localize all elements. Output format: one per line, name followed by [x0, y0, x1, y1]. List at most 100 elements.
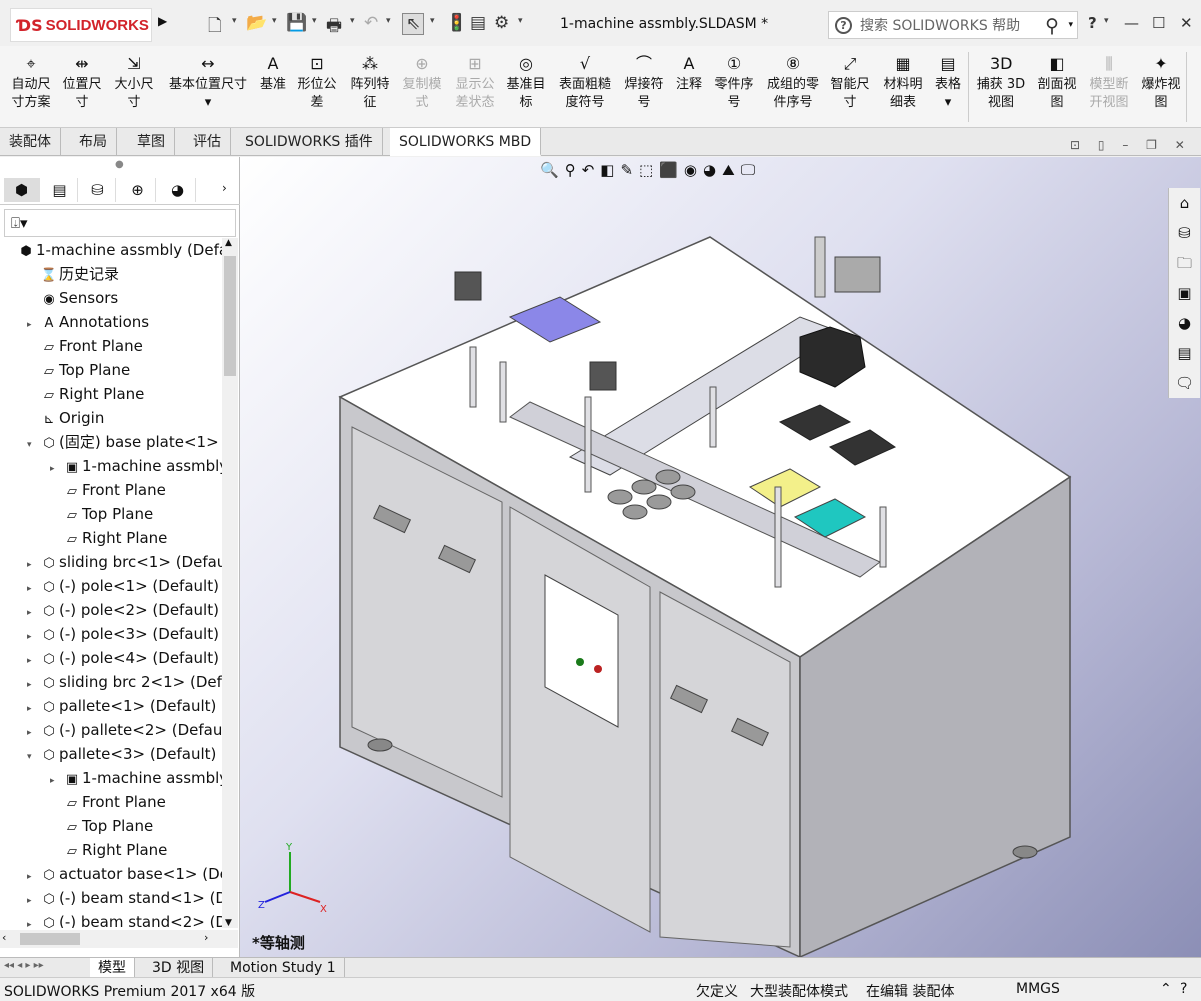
ribbon-button-auto-dimension[interactable]: ⌖ 自动尺 寸方案: [6, 54, 56, 112]
ribbon-button-show-tolerance[interactable]: ⊞ 显示公 差状态: [450, 54, 500, 112]
ribbon-button-datum[interactable]: A 基准: [256, 54, 290, 94]
print-icon[interactable]: 🖶: [326, 13, 342, 42]
assembly-model-render[interactable]: Y X Z: [240, 157, 1201, 957]
ribbon-button-copy-scheme[interactable]: ⊕ 复制模式: [398, 54, 446, 112]
ribbon-button-stacked-balloon[interactable]: ⑧ 成组的零 件序号: [762, 54, 824, 112]
tree-vertical-scrollbar[interactable]: ▲ ▼: [222, 238, 238, 928]
tab-1[interactable]: 布局: [70, 128, 117, 156]
options-gear-icon[interactable]: ⚙: [494, 13, 509, 33]
tab-scroll-arrows-icon[interactable]: ◂◂ ◂ ▸ ▸▸: [4, 960, 44, 971]
status-help-icon[interactable]: ?: [1180, 981, 1187, 997]
ribbon-button-exploded-view[interactable]: ✦ 爆炸视图: [1136, 54, 1186, 112]
tree-node[interactable]: ▸ ⬡ (-) pole<2> (Default): [27, 598, 219, 622]
tree-node[interactable]: ▸ A Annotations: [27, 310, 149, 334]
chevron-down-icon[interactable]: ▾: [350, 16, 355, 26]
view-palette-icon[interactable]: ▣: [1169, 278, 1200, 308]
ribbon-button-basic-location[interactable]: ↔ 基本位置尺寸 ▾: [162, 54, 254, 112]
help-icon[interactable]: ?: [835, 16, 852, 34]
maximize-icon[interactable]: ☐: [1152, 14, 1165, 32]
scroll-down-icon[interactable]: ▼: [225, 918, 232, 928]
chevron-down-icon[interactable]: ▾: [518, 16, 523, 26]
ribbon-button-pattern-feature[interactable]: ⁂ 阵列特征: [346, 54, 394, 112]
ribbon-button-weld-symbol[interactable]: ⌒ 焊接符号: [620, 54, 668, 112]
expand-toggle-icon[interactable]: ▸: [27, 913, 39, 928]
chevron-down-icon[interactable]: ▾: [232, 16, 237, 26]
bottom-tab-1[interactable]: 3D 视图: [144, 958, 214, 978]
feature-tree-tab-icon[interactable]: ⬢: [4, 178, 40, 202]
tree-node[interactable]: ▱ Right Plane: [50, 838, 167, 862]
tree-node[interactable]: ▸ ⬡ (-) pallete<2> (Default): [27, 718, 222, 742]
scrollbar-thumb[interactable]: [224, 256, 236, 376]
tab-0[interactable]: 装配体: [0, 128, 61, 156]
scroll-left-icon[interactable]: ‹: [2, 931, 6, 944]
expand-toggle-icon[interactable]: ▾: [27, 433, 39, 457]
solidworks-logo[interactable]: ƊS SOLIDWORKS: [10, 8, 152, 42]
units-chevron-icon[interactable]: ⌃: [1160, 981, 1172, 997]
tree-node[interactable]: ▸⬡sliding brc 2<1> (Defau: [27, 670, 222, 694]
tree-node[interactable]: ▱ Front Plane: [50, 478, 166, 502]
dimxpert-tab-icon[interactable]: ⊕: [120, 178, 156, 202]
home-icon[interactable]: ⌂: [1169, 188, 1200, 218]
tree-node[interactable]: ▱ Right Plane: [27, 382, 144, 406]
expand-toggle-icon[interactable]: ▾: [27, 745, 39, 769]
forum-icon[interactable]: 🗨: [1169, 368, 1200, 398]
display-manager-tab-icon[interactable]: ◕: [160, 178, 196, 202]
ribbon-button-smart-dimension[interactable]: ⤢ 智能尺寸: [826, 54, 874, 112]
undo-icon[interactable]: ↶: [364, 13, 378, 33]
minimize-icon[interactable]: —: [1124, 14, 1139, 32]
new-document-icon[interactable]: 🗋: [208, 13, 222, 42]
custom-properties-icon[interactable]: ▤: [1169, 338, 1200, 368]
ribbon-button-table[interactable]: ▤ 表格 ▾: [930, 54, 966, 112]
ribbon-button-note[interactable]: A 注释: [672, 54, 706, 94]
tab-3[interactable]: 评估: [184, 128, 231, 156]
menu-expand-icon[interactable]: ▶: [158, 14, 167, 28]
tree-node[interactable]: ▸ ⬡ (-) pole<4> (Default): [27, 646, 219, 670]
ribbon-button-capture-3d[interactable]: 3D 捕获 3D 视图: [974, 54, 1028, 112]
tree-node[interactable]: ▸⬡(-) beam stand<1> (Def: [27, 886, 222, 910]
property-manager-tab-icon[interactable]: ▤: [42, 178, 78, 202]
close-doc-icon[interactable]: ✕: [1175, 138, 1185, 152]
search-icon[interactable]: ⚲: [1045, 15, 1059, 37]
tree-node[interactable]: ▸ ⬡ (-) pole<3> (Default): [27, 622, 219, 646]
tree-node[interactable]: ▱ Top Plane: [27, 358, 130, 382]
filter-icon[interactable]: ⍗▾: [11, 214, 28, 232]
ribbon-button-geometric-tolerance[interactable]: ⊡ 形位公差: [294, 54, 340, 112]
chevron-down-icon[interactable]: ▾: [272, 16, 277, 26]
rebuild-icon[interactable]: 🚦: [446, 13, 467, 33]
design-library-icon[interactable]: ⛁: [1169, 218, 1200, 248]
tree-node[interactable]: ▸ ⬡ (-) beam stand<2> (Def: [27, 910, 222, 928]
bottom-tab-0[interactable]: 模型: [90, 958, 135, 978]
chevron-down-icon[interactable]: ▾: [1104, 16, 1109, 26]
ribbon-button-bom[interactable]: ▦ 材料明 细表: [878, 54, 928, 112]
ribbon-button-balloon[interactable]: ① 零件序号: [710, 54, 758, 112]
restore-pane-icon[interactable]: ▯: [1098, 138, 1105, 152]
chevron-down-icon[interactable]: ▾: [386, 16, 391, 26]
configuration-manager-tab-icon[interactable]: ⛁: [80, 178, 116, 202]
chevron-down-icon[interactable]: ▾: [1068, 20, 1073, 30]
pane-grip-icon[interactable]: ●: [115, 159, 124, 170]
restore-doc-icon[interactable]: ❐: [1146, 138, 1157, 152]
tree-node[interactable]: ⊾ Origin: [27, 406, 105, 430]
ribbon-button-location-dim[interactable]: ⇹ 位置尺寸: [58, 54, 106, 112]
ribbon-button-size-dim[interactable]: ⇲ 大小尺寸: [110, 54, 158, 112]
tree-node[interactable]: ▾ ⬡ (固定) base plate<1> (D: [27, 430, 222, 454]
tree-node[interactable]: ▸⬡actuator base<1> (Defa: [27, 862, 222, 886]
ribbon-button-section-view[interactable]: ◧ 剖面视图: [1032, 54, 1082, 112]
tree-node[interactable]: ▸ ⬡ pallete<1> (Default): [27, 694, 216, 718]
tab-2[interactable]: 草图: [128, 128, 175, 156]
tree-node[interactable]: ▸▣1-machine assmbly ⁼: [50, 454, 222, 478]
tree-node[interactable]: ▸▣1-machine assmbly ⁼: [50, 766, 222, 790]
tree-node[interactable]: ▾ ⬡ pallete<3> (Default): [27, 742, 216, 766]
help-search-input[interactable]: ? 搜索 SOLIDWORKS 帮助 ⚲ ▾: [828, 11, 1078, 39]
tree-node[interactable]: ⬢ 1-machine assmbly (Defau: [4, 238, 222, 262]
file-properties-icon[interactable]: ▤: [470, 13, 486, 33]
tree-node[interactable]: ▱ Front Plane: [27, 334, 143, 358]
chevron-right-icon[interactable]: ›: [222, 181, 227, 195]
collapse-pane-icon[interactable]: ⊡: [1070, 138, 1080, 152]
tree-node[interactable]: ▱ Top Plane: [50, 502, 153, 526]
scrollbar-thumb[interactable]: [20, 933, 80, 945]
open-icon[interactable]: 📂: [246, 13, 267, 33]
ribbon-button-surface-finish[interactable]: √ 表面粗糙 度符号: [554, 54, 616, 112]
scroll-up-icon[interactable]: ▲: [225, 238, 232, 248]
file-explorer-icon[interactable]: 🗀: [1169, 248, 1200, 278]
